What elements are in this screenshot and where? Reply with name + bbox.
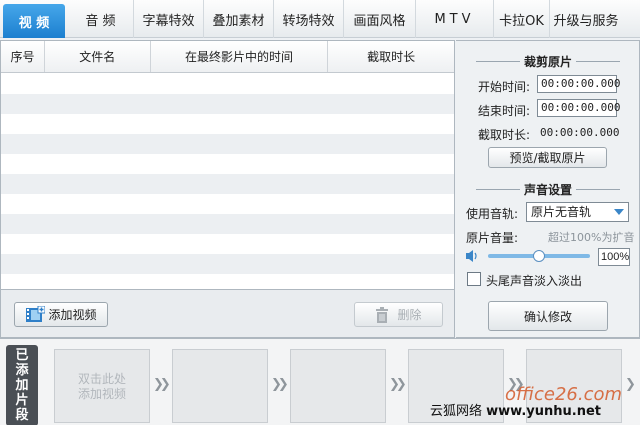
volume-slider-thumb[interactable] <box>533 250 545 262</box>
speaker-icon[interactable] <box>465 249 481 263</box>
film-icon <box>26 305 46 322</box>
add-video-label: 添加视频 <box>48 308 97 322</box>
watermark-text: 云狐网络 <box>430 404 483 419</box>
column-header-filename[interactable]: 文件名 <box>45 41 151 72</box>
chevron-right-icon: ❯❯ <box>271 377 289 392</box>
empty-row <box>1 194 454 214</box>
empty-row <box>1 134 454 154</box>
preview-crop-button[interactable]: 预览/截取原片 <box>488 147 607 168</box>
tab-audio[interactable]: 音 频 <box>68 0 134 38</box>
clip-slot-2[interactable] <box>172 349 268 423</box>
end-time-label: 结束时间: <box>478 104 531 118</box>
crop-section-title: 裁剪原片 <box>456 53 640 70</box>
chevron-right-icon: ❯ <box>625 377 636 392</box>
confirm-edit-button[interactable]: 确认修改 <box>488 301 608 331</box>
add-video-hint: 双击此处 添加视频 <box>77 372 126 401</box>
audio-section-title: 声音设置 <box>456 181 640 198</box>
duration-value: 00:00:00.000 <box>540 126 620 139</box>
audio-track-select[interactable]: 原片无音轨 <box>526 202 629 222</box>
empty-row <box>1 174 454 194</box>
empty-row <box>1 94 454 114</box>
trash-icon <box>376 306 389 323</box>
watermark-url: www.yunhu.net <box>486 404 602 419</box>
empty-row <box>1 114 454 134</box>
tab-subtitle-effects[interactable]: 字幕特效 <box>134 0 204 38</box>
settings-panel: 裁剪原片 开始时间: 00:00:00.000 结束时间: 00:00:00.0… <box>456 40 640 338</box>
watermark: 云狐网络 www.yunhu.net <box>430 400 601 419</box>
audio-track-label: 使用音轨: <box>466 207 519 221</box>
clip-list-header: 序号 文件名 在最终影片中的时间 截取时长 <box>1 41 454 73</box>
clip-list-body <box>1 74 454 289</box>
clip-list-actions: 添加视频 删除 <box>0 290 455 338</box>
audio-track-value: 原片无音轨 <box>531 205 592 219</box>
column-header-final-time[interactable]: 在最终影片中的时间 <box>151 41 329 72</box>
chevron-down-icon <box>614 209 624 215</box>
column-header-index[interactable]: 序号 <box>1 41 45 72</box>
column-header-duration[interactable]: 截取时长 <box>328 41 454 72</box>
empty-row <box>1 234 454 254</box>
chevron-right-icon: ❯❯ <box>153 377 171 392</box>
delete-label: 删除 <box>397 308 422 322</box>
fade-in-out-checkbox[interactable] <box>467 272 481 286</box>
end-time-input[interactable]: 00:00:00.000 <box>537 99 620 117</box>
empty-row <box>1 214 454 234</box>
tab-mtv[interactable]: MTV <box>416 0 494 38</box>
volume-value-field[interactable]: 100% <box>598 248 630 266</box>
chevron-right-icon: ❯❯ <box>389 377 407 392</box>
tab-karaoke[interactable]: 卡拉OK <box>494 0 550 38</box>
clip-list[interactable]: 序号 文件名 在最终影片中的时间 截取时长 <box>0 40 455 290</box>
clip-slot-3[interactable] <box>290 349 386 423</box>
empty-row <box>1 254 454 274</box>
volume-hint: 超过100%为扩音 <box>548 231 635 244</box>
added-clips-label: 已 添 加 片 段 <box>6 345 38 425</box>
start-time-label: 开始时间: <box>478 80 531 94</box>
start-time-input[interactable]: 00:00:00.000 <box>537 75 620 93</box>
tab-picture-style[interactable]: 画面风格 <box>344 0 416 38</box>
empty-row <box>1 154 454 174</box>
clip-slot-1[interactable]: 双击此处 添加视频 <box>54 349 150 423</box>
main-tab-bar: 视 频 音 频 字幕特效 叠加素材 转场特效 画面风格 MTV 卡拉OK 升级与… <box>0 0 640 38</box>
tab-transition-effects[interactable]: 转场特效 <box>274 0 344 38</box>
tab-overlay-materials[interactable]: 叠加素材 <box>204 0 274 38</box>
volume-label: 原片音量: <box>466 231 519 245</box>
empty-row <box>1 74 454 94</box>
tab-video[interactable]: 视 频 <box>3 4 65 38</box>
duration-label: 截取时长: <box>478 128 531 142</box>
fade-in-out-label: 头尾声音淡入淡出 <box>486 274 583 288</box>
add-video-button[interactable]: 添加视频 <box>14 302 108 327</box>
tab-upgrade-service[interactable]: 升级与服务 <box>550 0 622 38</box>
delete-button[interactable]: 删除 <box>354 302 443 327</box>
